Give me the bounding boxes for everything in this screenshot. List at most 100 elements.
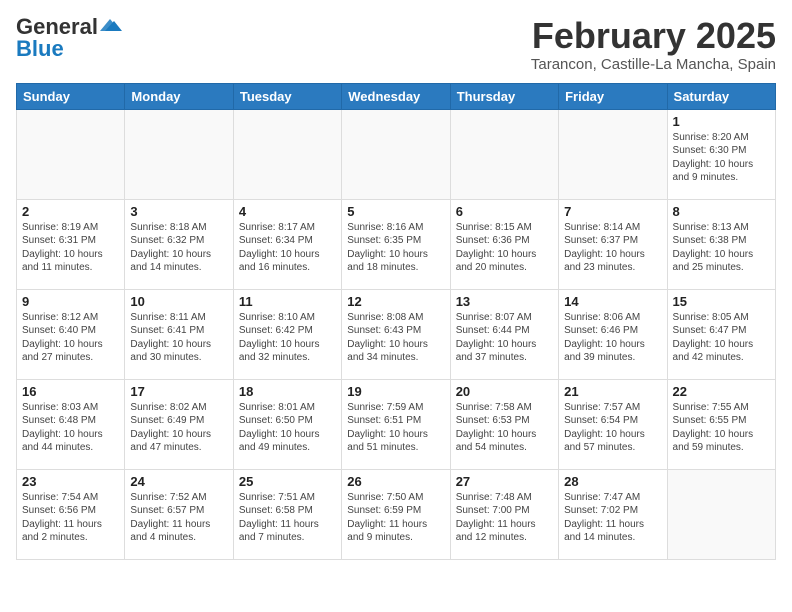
day-number: 22 — [673, 384, 770, 399]
calendar-day-cell: 15 Sunrise: 8:05 AM Sunset: 6:47 PM Dayli… — [667, 289, 775, 379]
logo: General Blue — [16, 16, 122, 60]
logo-general: General — [16, 16, 98, 38]
day-number: 17 — [130, 384, 227, 399]
calendar-day-cell: 27Sunrise: 7:48 AM Sunset: 7:00 PM Dayli… — [450, 469, 558, 559]
weekday-header: Sunday — [17, 83, 125, 109]
month-year: February 2025 — [531, 16, 776, 56]
day-info: Sunrise: 8:14 AM Sunset: 6:37 PM Dayligh… — [564, 221, 661, 275]
day-number: 15 — [673, 294, 770, 309]
day-info: Sunrise: 7:52 AM Sunset: 6:57 PM Dayligh… — [130, 491, 227, 545]
location: Tarancon, Castille-La Mancha, Spain — [531, 56, 776, 73]
calendar-day-cell: 28 Sunrise: 7:47 AM Sunset: 7:02 PM Dayli… — [559, 469, 667, 559]
calendar-day-cell: 10 Sunrise: 8:11 AM Sunset: 6:41 PM Dayli… — [125, 289, 233, 379]
day-number: 12 — [347, 294, 444, 309]
day-info: Sunrise: 8:06 AM Sunset: 6:46 PM Dayligh… — [564, 311, 661, 365]
weekday-header-row: SundayMondayTuesdayWednesdayThursdayFrid… — [17, 83, 776, 109]
calendar-day-cell: 4 Sunrise: 8:17 AM Sunset: 6:34 PM Daylig… — [233, 199, 341, 289]
calendar-day-cell — [17, 109, 125, 199]
calendar-day-cell: 24 Sunrise: 7:52 AM Sunset: 6:57 PM Dayli… — [125, 469, 233, 559]
calendar-day-cell: 16 Sunrise: 8:03 AM Sunset: 6:48 PM Dayli… — [17, 379, 125, 469]
day-info: Sunrise: 7:59 AM Sunset: 6:51 PM Dayligh… — [347, 401, 444, 455]
day-number: 23 — [22, 474, 119, 489]
day-info: Sunrise: 8:15 AM Sunset: 6:36 PM Dayligh… — [456, 221, 553, 275]
day-number: 25 — [239, 474, 336, 489]
day-info: Sunrise: 7:50 AM Sunset: 6:59 PM Dayligh… — [347, 491, 444, 545]
day-number: 4 — [239, 204, 336, 219]
day-info: Sunrise: 8:20 AM Sunset: 6:30 PM Dayligh… — [673, 131, 770, 185]
day-info: Sunrise: 8:17 AM Sunset: 6:34 PM Dayligh… — [239, 221, 336, 275]
day-info: Sunrise: 8:10 AM Sunset: 6:42 PM Dayligh… — [239, 311, 336, 365]
calendar-day-cell: 26Sunrise: 7:50 AM Sunset: 6:59 PM Dayli… — [342, 469, 450, 559]
day-number: 24 — [130, 474, 227, 489]
logo-blue: Blue — [16, 38, 64, 60]
calendar-day-cell — [342, 109, 450, 199]
calendar-day-cell: 6 Sunrise: 8:15 AM Sunset: 6:36 PM Daylig… — [450, 199, 558, 289]
calendar-day-cell: 23 Sunrise: 7:54 AM Sunset: 6:56 PM Dayli… — [17, 469, 125, 559]
day-number: 20 — [456, 384, 553, 399]
weekday-header: Saturday — [667, 83, 775, 109]
calendar-day-cell: 14 Sunrise: 8:06 AM Sunset: 6:46 PM Dayli… — [559, 289, 667, 379]
calendar-day-cell: 17 Sunrise: 8:02 AM Sunset: 6:49 PM Dayli… — [125, 379, 233, 469]
day-number: 14 — [564, 294, 661, 309]
weekday-header: Wednesday — [342, 83, 450, 109]
day-info: Sunrise: 8:13 AM Sunset: 6:38 PM Dayligh… — [673, 221, 770, 275]
day-number: 5 — [347, 204, 444, 219]
title-block: February 2025 Tarancon, Castille-La Manc… — [531, 16, 776, 73]
day-info: Sunrise: 7:57 AM Sunset: 6:54 PM Dayligh… — [564, 401, 661, 455]
calendar-day-cell — [667, 469, 775, 559]
day-info: Sunrise: 8:11 AM Sunset: 6:41 PM Dayligh… — [130, 311, 227, 365]
calendar-day-cell: 8 Sunrise: 8:13 AM Sunset: 6:38 PM Daylig… — [667, 199, 775, 289]
day-info: Sunrise: 8:07 AM Sunset: 6:44 PM Dayligh… — [456, 311, 553, 365]
day-info: Sunrise: 8:03 AM Sunset: 6:48 PM Dayligh… — [22, 401, 119, 455]
calendar-day-cell — [559, 109, 667, 199]
day-number: 13 — [456, 294, 553, 309]
calendar-week-row: 23 Sunrise: 7:54 AM Sunset: 6:56 PM Dayli… — [17, 469, 776, 559]
day-info: Sunrise: 7:55 AM Sunset: 6:55 PM Dayligh… — [673, 401, 770, 455]
calendar-day-cell: 13 Sunrise: 8:07 AM Sunset: 6:44 PM Dayli… — [450, 289, 558, 379]
calendar-week-row: 2Sunrise: 8:19 AM Sunset: 6:31 PM Daylig… — [17, 199, 776, 289]
calendar-week-row: 1Sunrise: 8:20 AM Sunset: 6:30 PM Daylig… — [17, 109, 776, 199]
day-number: 18 — [239, 384, 336, 399]
day-info: Sunrise: 8:01 AM Sunset: 6:50 PM Dayligh… — [239, 401, 336, 455]
day-number: 28 — [564, 474, 661, 489]
calendar-day-cell: 5 Sunrise: 8:16 AM Sunset: 6:35 PM Daylig… — [342, 199, 450, 289]
day-number: 21 — [564, 384, 661, 399]
calendar-day-cell — [125, 109, 233, 199]
day-number: 6 — [456, 204, 553, 219]
calendar-day-cell: 3Sunrise: 8:18 AM Sunset: 6:32 PM Daylig… — [125, 199, 233, 289]
calendar-day-cell: 20 Sunrise: 7:58 AM Sunset: 6:53 PM Dayli… — [450, 379, 558, 469]
day-number: 3 — [130, 204, 227, 219]
day-info: Sunrise: 7:47 AM Sunset: 7:02 PM Dayligh… — [564, 491, 661, 545]
calendar-day-cell: 9 Sunrise: 8:12 AM Sunset: 6:40 PM Daylig… — [17, 289, 125, 379]
day-info: Sunrise: 8:08 AM Sunset: 6:43 PM Dayligh… — [347, 311, 444, 365]
weekday-header: Friday — [559, 83, 667, 109]
calendar-week-row: 9 Sunrise: 8:12 AM Sunset: 6:40 PM Daylig… — [17, 289, 776, 379]
day-info: Sunrise: 7:58 AM Sunset: 6:53 PM Dayligh… — [456, 401, 553, 455]
calendar-day-cell: 11 Sunrise: 8:10 AM Sunset: 6:42 PM Dayli… — [233, 289, 341, 379]
day-info: Sunrise: 8:05 AM Sunset: 6:47 PM Dayligh… — [673, 311, 770, 365]
calendar-day-cell — [233, 109, 341, 199]
day-number: 2 — [22, 204, 119, 219]
day-number: 10 — [130, 294, 227, 309]
day-number: 16 — [22, 384, 119, 399]
calendar-day-cell: 12 Sunrise: 8:08 AM Sunset: 6:43 PM Dayli… — [342, 289, 450, 379]
calendar-table: SundayMondayTuesdayWednesdayThursdayFrid… — [16, 83, 776, 560]
calendar-day-cell: 2Sunrise: 8:19 AM Sunset: 6:31 PM Daylig… — [17, 199, 125, 289]
calendar-week-row: 16 Sunrise: 8:03 AM Sunset: 6:48 PM Dayli… — [17, 379, 776, 469]
calendar-day-cell: 21 Sunrise: 7:57 AM Sunset: 6:54 PM Dayli… — [559, 379, 667, 469]
day-info: Sunrise: 7:51 AM Sunset: 6:58 PM Dayligh… — [239, 491, 336, 545]
calendar-day-cell: 25 Sunrise: 7:51 AM Sunset: 6:58 PM Dayli… — [233, 469, 341, 559]
day-info: Sunrise: 8:16 AM Sunset: 6:35 PM Dayligh… — [347, 221, 444, 275]
day-info: Sunrise: 7:54 AM Sunset: 6:56 PM Dayligh… — [22, 491, 119, 545]
day-number: 27 — [456, 474, 553, 489]
day-info: Sunrise: 8:02 AM Sunset: 6:49 PM Dayligh… — [130, 401, 227, 455]
day-info: Sunrise: 8:12 AM Sunset: 6:40 PM Dayligh… — [22, 311, 119, 365]
weekday-header: Monday — [125, 83, 233, 109]
calendar-day-cell: 19Sunrise: 7:59 AM Sunset: 6:51 PM Dayli… — [342, 379, 450, 469]
calendar-day-cell: 18 Sunrise: 8:01 AM Sunset: 6:50 PM Dayli… — [233, 379, 341, 469]
day-number: 9 — [22, 294, 119, 309]
day-number: 11 — [239, 294, 336, 309]
day-number: 8 — [673, 204, 770, 219]
weekday-header: Tuesday — [233, 83, 341, 109]
calendar-day-cell: 1Sunrise: 8:20 AM Sunset: 6:30 PM Daylig… — [667, 109, 775, 199]
